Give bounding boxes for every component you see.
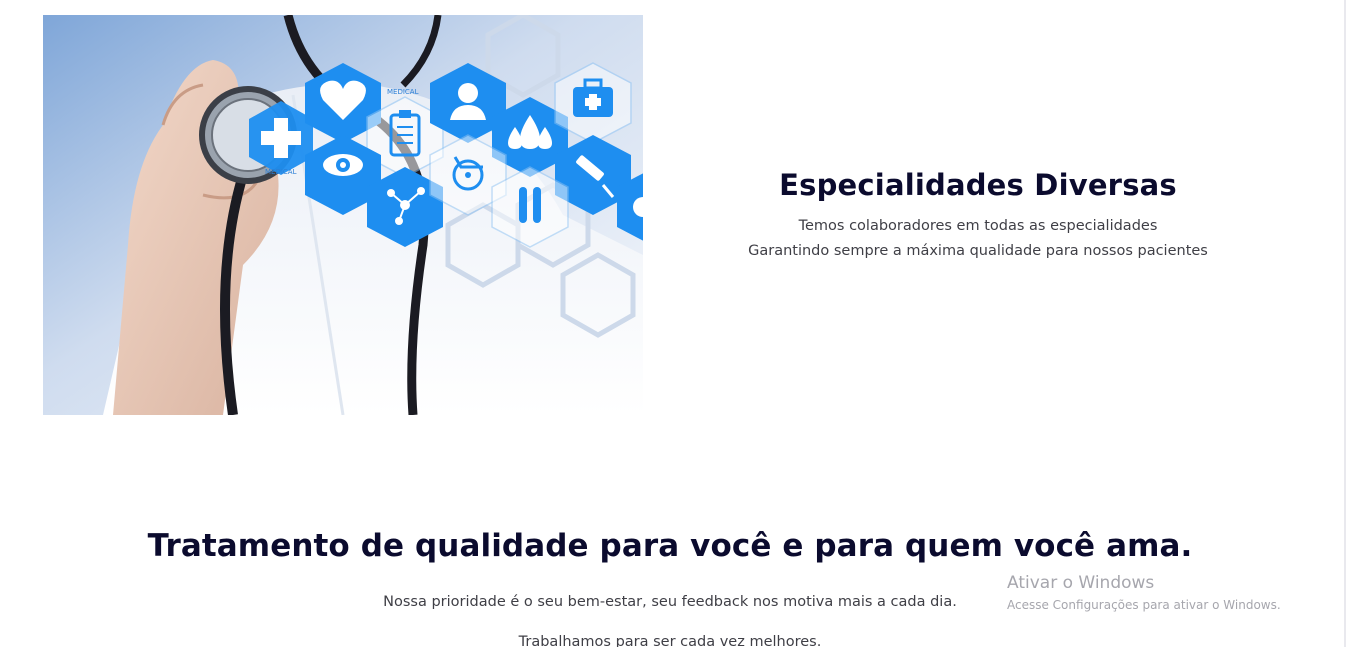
windows-activation-watermark: Ativar o Windows Acesse Configurações pa… bbox=[1007, 572, 1281, 612]
watermark-title: Ativar o Windows bbox=[1007, 573, 1155, 593]
feature-description-line: Garantindo sempre a máxima qualidade par… bbox=[748, 243, 1208, 259]
watermark-subtitle: Acesse Configurações para ativar o Windo… bbox=[1007, 598, 1281, 612]
medical-label: MEDICAL bbox=[265, 168, 297, 176]
feature-description: Temos colaboradores em todas as especial… bbox=[700, 214, 1256, 264]
feature-title: Especialidades Diversas bbox=[779, 168, 1177, 202]
feature-description-line: Temos colaboradores em todas as especial… bbox=[798, 218, 1158, 234]
medical-label: MEDICAL bbox=[387, 88, 419, 96]
page: MEDICAL MEDICAL Especialidades Diversas … bbox=[0, 0, 1346, 647]
section-title: Tratamento de qualidade para você e para… bbox=[147, 528, 1193, 564]
section-paragraph: Trabalhamos para ser cada vez melhores. bbox=[518, 634, 822, 647]
medical-hero-image: MEDICAL MEDICAL bbox=[43, 15, 643, 415]
feature-block: Especialidades Diversas Temos colaborado… bbox=[700, 168, 1256, 264]
